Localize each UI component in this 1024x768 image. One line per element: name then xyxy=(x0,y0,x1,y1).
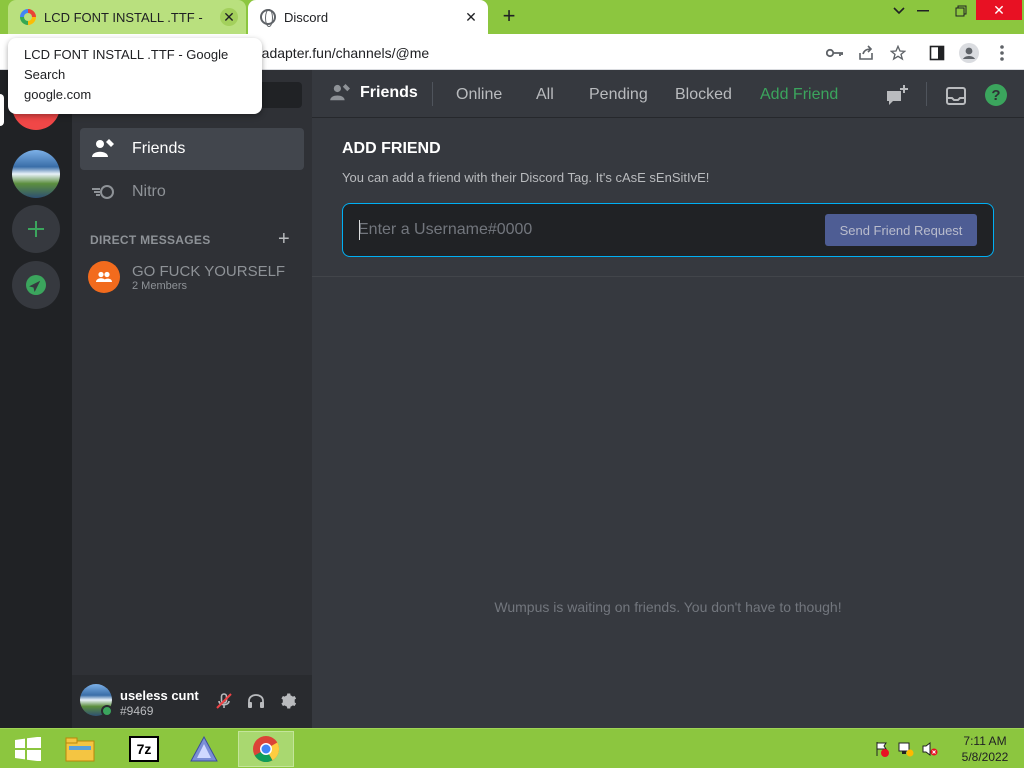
tab-close-button[interactable]: ✕ xyxy=(462,8,480,26)
network-icon[interactable] xyxy=(897,740,915,758)
header-divider xyxy=(432,82,433,106)
url-text: rkadapter.fun/channels/@me xyxy=(250,45,430,61)
username-input[interactable] xyxy=(358,218,818,242)
share-icon[interactable] xyxy=(855,42,877,64)
server-avatar-landscape[interactable] xyxy=(12,150,60,198)
friends-header-bar xyxy=(312,70,1024,118)
user-tag: #9469 xyxy=(120,704,154,718)
volume-muted-icon[interactable] xyxy=(921,740,939,758)
7zip-label: 7z xyxy=(129,736,159,762)
side-panel-icon[interactable] xyxy=(926,42,948,64)
sidebar-item-nitro[interactable]: Nitro xyxy=(80,171,304,213)
minimize-button[interactable] xyxy=(906,0,940,22)
explore-servers-button[interactable] xyxy=(12,261,60,309)
tab-close-button[interactable]: ✕ xyxy=(220,8,238,26)
tab-discord[interactable]: Discord ✕ xyxy=(248,0,488,34)
dm-list-item[interactable]: GO FUCK YOURSELF 2 Members xyxy=(80,256,304,298)
dm-name: GO FUCK YOURSELF xyxy=(132,262,286,280)
windows-start-icon[interactable] xyxy=(0,731,56,767)
gear-icon xyxy=(281,693,297,709)
tab-online[interactable]: Online xyxy=(456,86,502,104)
header-divider xyxy=(926,82,927,106)
nitro-icon xyxy=(92,184,120,200)
tab-pending[interactable]: Pending xyxy=(589,86,648,104)
key-icon[interactable] xyxy=(824,42,846,64)
username: useless cunt xyxy=(120,688,199,703)
section-separator xyxy=(312,276,1024,277)
user-settings-button[interactable] xyxy=(277,690,299,712)
sidebar-item-friends[interactable]: Friends xyxy=(80,128,304,170)
page-title: Friends xyxy=(360,84,418,101)
minimize-icon xyxy=(917,10,929,12)
microphone-muted-icon xyxy=(216,693,232,709)
selected-server-indicator xyxy=(0,94,4,126)
clock-time: 7:11 AM xyxy=(963,734,1007,748)
new-tab-button[interactable]: + xyxy=(498,5,520,28)
tab-title: Discord xyxy=(284,9,329,25)
profile-icon[interactable] xyxy=(958,42,980,64)
empty-state-message: Wumpus is waiting on friends. You don't … xyxy=(494,599,842,615)
online-status-indicator xyxy=(101,705,113,717)
google-favicon-icon xyxy=(20,9,36,25)
add-friend-title: ADD FRIEND xyxy=(342,140,441,157)
sidebar-item-label: Nitro xyxy=(132,183,166,200)
clock-date: 5/8/2022 xyxy=(961,750,1009,764)
tab-add-friend[interactable]: Add Friend xyxy=(760,86,838,104)
friends-icon xyxy=(330,84,350,101)
friends-main-panel xyxy=(312,70,1024,728)
tab-all[interactable]: All xyxy=(536,86,554,104)
file-explorer-icon[interactable] xyxy=(52,731,108,767)
action-center-flag-icon[interactable] xyxy=(873,740,891,758)
app-triangle-icon[interactable] xyxy=(176,731,232,767)
restore-button[interactable] xyxy=(944,0,978,22)
dm-member-count: 2 Members xyxy=(132,279,188,292)
compass-icon xyxy=(26,275,46,295)
help-icon[interactable]: ? xyxy=(985,84,1007,106)
tab-hover-tooltip: LCD FONT INSTALL .TTF - Google Search go… xyxy=(8,38,262,114)
tooltip-title: LCD FONT INSTALL .TTF - Google Search xyxy=(24,47,229,82)
plus-icon xyxy=(28,221,44,237)
restore-icon xyxy=(955,5,967,17)
friends-icon xyxy=(92,139,120,159)
tab-blocked[interactable]: Blocked xyxy=(675,86,732,104)
new-message-icon xyxy=(887,85,908,105)
sidebar-item-label: Friends xyxy=(132,140,186,157)
group-icon xyxy=(96,271,112,282)
tab-google-search[interactable]: LCD FONT INSTALL .TTF - Google ✕ xyxy=(8,0,246,34)
chrome-icon[interactable] xyxy=(238,731,294,767)
menu-icon[interactable] xyxy=(991,42,1013,64)
inbox-button[interactable] xyxy=(944,84,968,108)
tooltip-domain: google.com xyxy=(24,87,92,102)
add-server-button[interactable] xyxy=(12,205,60,253)
direct-messages-header: DIRECT MESSAGES xyxy=(90,233,211,247)
window-close-button[interactable]: ✕ xyxy=(976,0,1022,20)
inbox-icon xyxy=(946,87,966,105)
chevron-down-icon xyxy=(893,7,905,15)
create-dm-button[interactable]: + xyxy=(278,228,290,251)
new-group-dm-button[interactable] xyxy=(885,84,909,108)
globe-favicon-icon xyxy=(260,9,276,27)
deafen-button[interactable] xyxy=(245,690,267,712)
system-clock[interactable]: 7:11 AM 5/8/2022 xyxy=(950,733,1020,765)
mute-button[interactable] xyxy=(213,690,235,712)
7zip-icon[interactable]: 7z xyxy=(116,731,172,767)
headphones-icon xyxy=(248,694,264,708)
friends-header-title: Friends xyxy=(330,84,418,102)
add-friend-description: You can add a friend with their Discord … xyxy=(342,170,710,185)
send-friend-request-button[interactable]: Send Friend Request xyxy=(825,214,977,246)
tab-title: LCD FONT INSTALL .TTF - Google xyxy=(44,9,204,25)
star-icon[interactable] xyxy=(887,42,909,64)
text-caret xyxy=(359,220,360,240)
group-dm-avatar xyxy=(88,261,120,293)
